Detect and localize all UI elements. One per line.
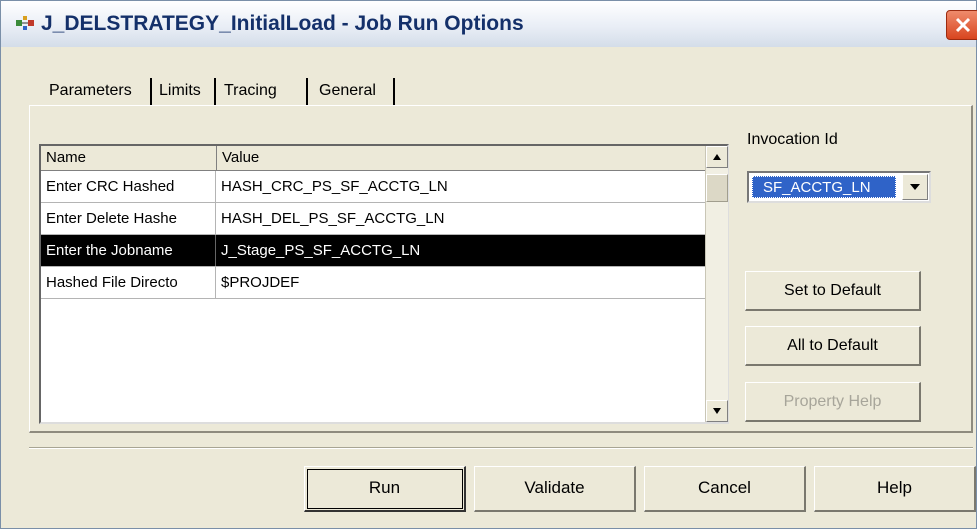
scroll-thumb[interactable] <box>706 174 728 202</box>
tab-divider <box>306 78 308 106</box>
table-row[interactable]: Enter CRC Hashed HASH_CRC_PS_SF_ACCTG_LN <box>41 171 705 203</box>
column-header-value[interactable]: Value <box>217 146 705 170</box>
invocation-id-value[interactable]: SF_ACCTG_LN <box>752 176 896 198</box>
param-value-cell[interactable]: $PROJDEF <box>216 267 705 298</box>
set-to-default-button[interactable]: Set to Default <box>745 271 921 311</box>
param-value-cell[interactable]: J_Stage_PS_SF_ACCTG_LN <box>216 235 705 266</box>
close-button[interactable] <box>946 10 977 40</box>
tab-divider <box>214 78 216 106</box>
param-name-cell[interactable]: Enter Delete Hashe <box>41 203 216 234</box>
vertical-scrollbar[interactable] <box>705 146 728 422</box>
property-help-button[interactable]: Property Help <box>745 382 921 422</box>
invocation-dropdown-button[interactable] <box>902 174 928 200</box>
param-value-cell[interactable]: HASH_CRC_PS_SF_ACCTG_LN <box>216 171 705 202</box>
invocation-id-select[interactable]: SF_ACCTG_LN <box>747 171 931 203</box>
table-row[interactable]: Hashed File Directo $PROJDEF <box>41 267 705 299</box>
param-name-cell[interactable]: Enter the Jobname <box>41 235 216 266</box>
close-icon <box>955 17 971 33</box>
parameters-grid[interactable]: Name Value Enter CRC Hashed HASH_CRC_PS_… <box>39 144 729 424</box>
tab-parameters[interactable]: Parameters <box>49 70 132 110</box>
arrow-up-icon <box>713 154 721 160</box>
tab-limits[interactable]: Limits <box>159 70 201 110</box>
window-title: J_DELSTRATEGY_InitialLoad - Job Run Opti… <box>41 12 524 35</box>
title-bar[interactable]: J_DELSTRATEGY_InitialLoad - Job Run Opti… <box>1 1 977 47</box>
validate-button[interactable]: Validate <box>474 466 636 512</box>
arrow-down-icon <box>713 408 721 414</box>
param-name-cell[interactable]: Enter CRC Hashed <box>41 171 216 202</box>
cancel-button[interactable]: Cancel <box>644 466 806 512</box>
job-run-icon <box>15 14 35 34</box>
table-row-selected[interactable]: Enter the Jobname J_Stage_PS_SF_ACCTG_LN <box>41 235 705 267</box>
scroll-up-button[interactable] <box>706 146 728 168</box>
tab-divider <box>393 78 395 106</box>
chevron-down-icon <box>910 184 920 190</box>
job-run-options-dialog: J_DELSTRATEGY_InitialLoad - Job Run Opti… <box>0 0 977 529</box>
param-value-cell[interactable]: HASH_DEL_PS_SF_ACCTG_LN <box>216 203 705 234</box>
invocation-id-label: Invocation Id <box>747 131 838 148</box>
scroll-down-button[interactable] <box>706 400 728 422</box>
run-button[interactable]: Run <box>304 466 466 512</box>
tab-general[interactable]: General <box>319 70 376 110</box>
help-button[interactable]: Help <box>814 466 976 512</box>
param-name-cell[interactable]: Hashed File Directo <box>41 267 216 298</box>
divider <box>29 447 973 449</box>
tab-tracing[interactable]: Tracing <box>224 70 277 110</box>
grid-header: Name Value <box>41 146 705 171</box>
table-row[interactable]: Enter Delete Hashe HASH_DEL_PS_SF_ACCTG_… <box>41 203 705 235</box>
tab-divider <box>150 78 152 106</box>
column-header-name[interactable]: Name <box>41 146 216 170</box>
all-to-default-button[interactable]: All to Default <box>745 326 921 366</box>
